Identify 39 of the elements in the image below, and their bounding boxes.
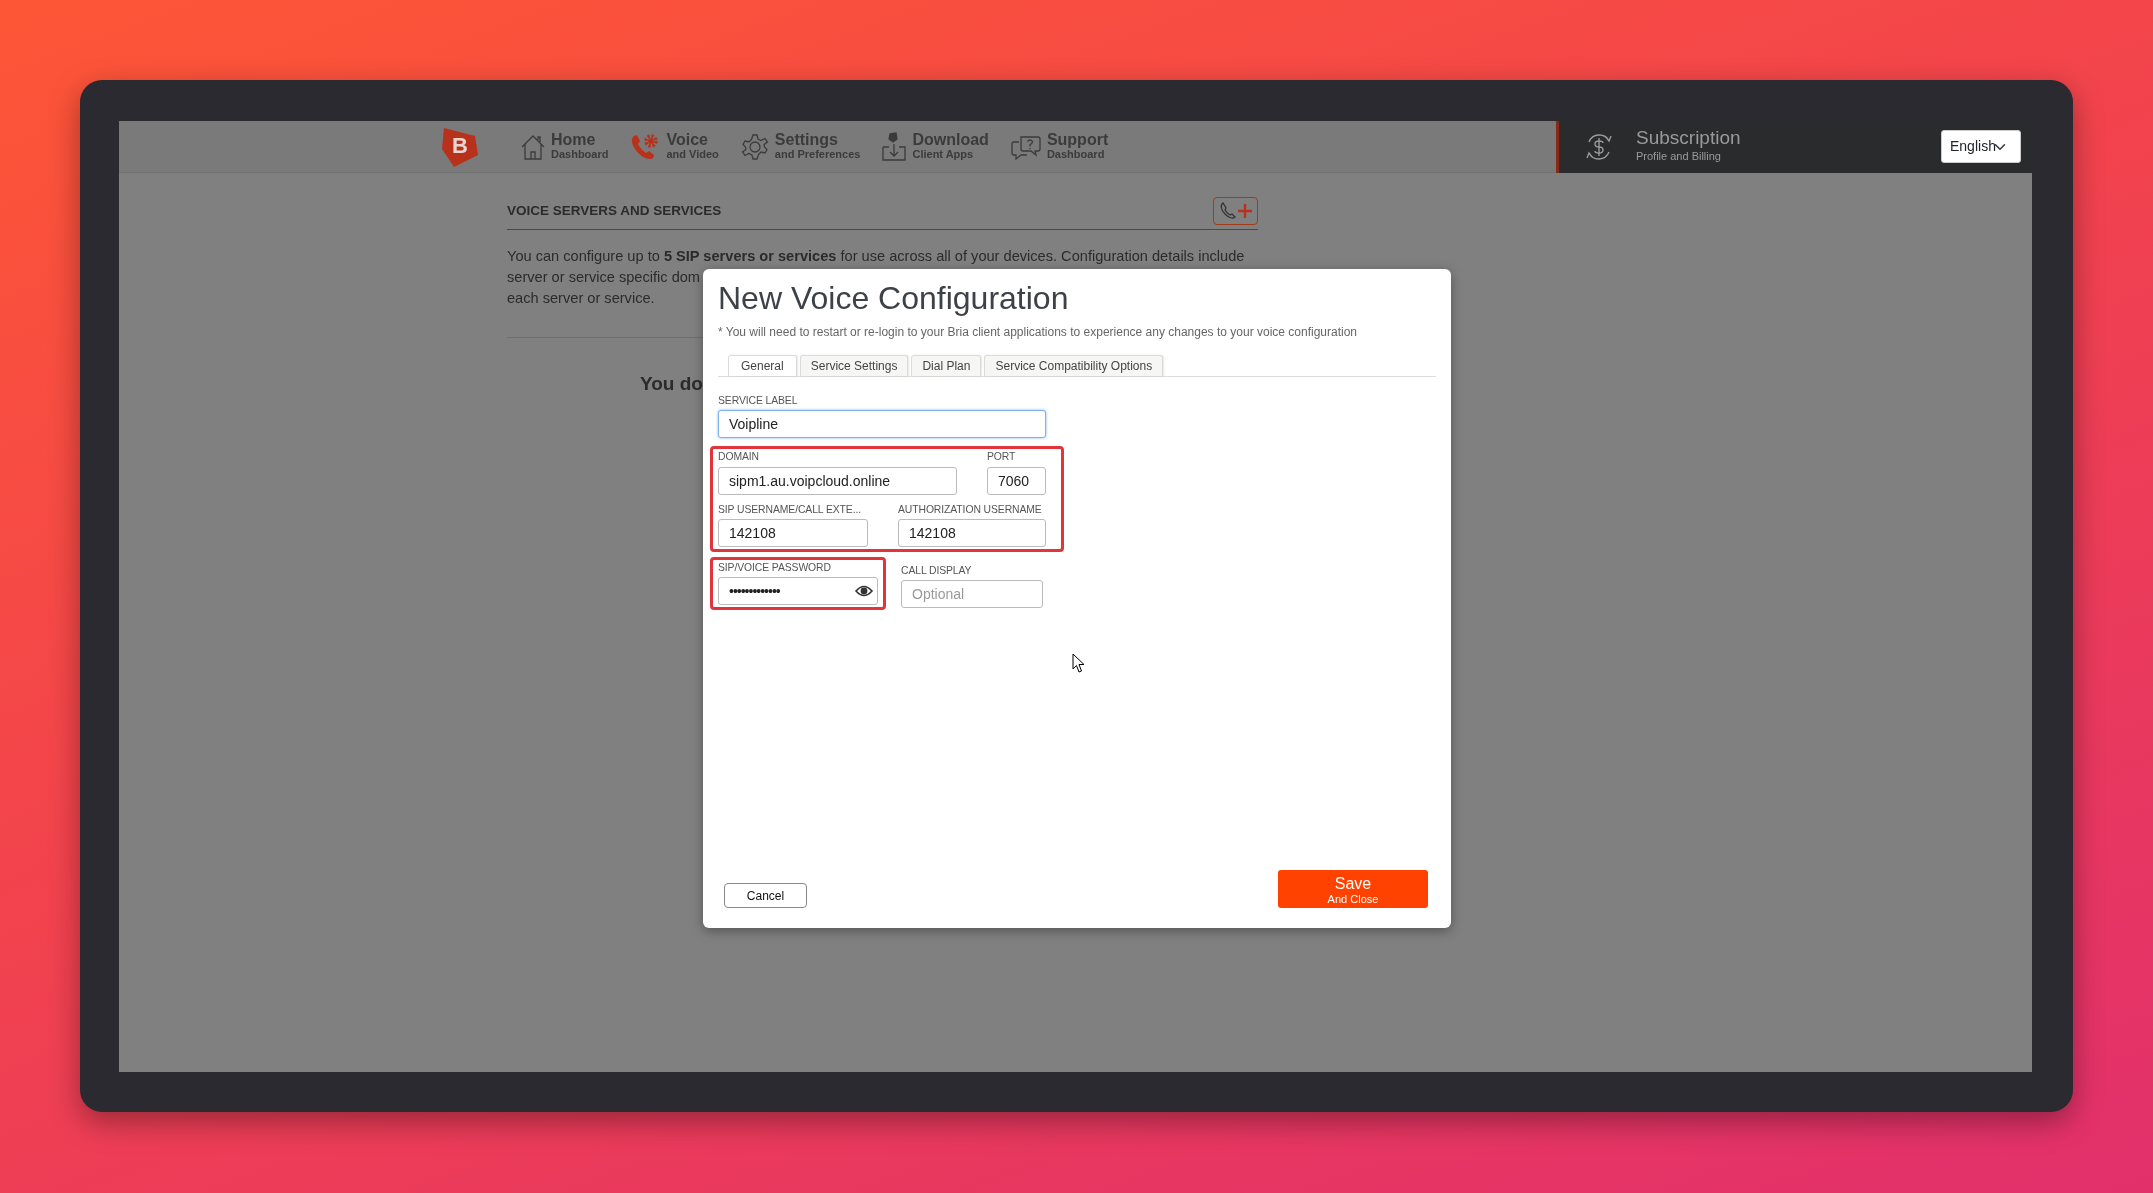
- input-field[interactable]: Voipline: [718, 410, 1046, 439]
- description-line: server or service specific dom: [507, 268, 701, 287]
- phone-gear-icon: [630, 132, 661, 161]
- subscription-subtitle: Profile and Billing: [1636, 149, 1722, 165]
- language-select[interactable]: English: [1941, 130, 2021, 163]
- mouse-cursor-icon: [1072, 653, 1085, 673]
- description-line: You can configure up to 5 SIP servers or services for use across all of your devices. Configuration details include: [507, 247, 1245, 266]
- tab[interactable]: Dial Plan: [911, 354, 982, 376]
- description-line: each server or service.: [507, 289, 655, 308]
- house-icon: [521, 133, 545, 160]
- dialog-title: New Voice Configuration: [718, 280, 1070, 317]
- tab[interactable]: Service Compatibility Options: [984, 354, 1164, 376]
- tab[interactable]: General: [728, 354, 797, 376]
- dollar-cycle-icon[interactable]: [1584, 131, 1614, 162]
- subscription-title: Subscription: [1636, 128, 1741, 149]
- phone-plus-icon: [1219, 202, 1252, 220]
- field-label: DOMAIN: [718, 452, 760, 463]
- password-field[interactable]: •••••••••••••: [718, 577, 878, 606]
- add-phone-button[interactable]: [1213, 197, 1258, 225]
- dialog-note: * You will need to restart or re-login to your Bria client applications to experience any changes to your voice configuration: [718, 323, 1359, 341]
- field-label: AUTHORIZATION USERNAME: [898, 504, 1043, 515]
- field-label: SIP/VOICE PASSWORD: [718, 563, 832, 574]
- gear-icon: [740, 132, 769, 161]
- download-box-icon: [882, 131, 907, 162]
- tab[interactable]: Service Settings: [799, 354, 909, 376]
- cancel-button[interactable]: Cancel: [724, 883, 807, 908]
- field-label: SIP USERNAME/CALL EXTE...: [718, 504, 862, 515]
- eye-icon[interactable]: [855, 585, 873, 598]
- field-label: SERVICE LABEL: [718, 395, 799, 407]
- input-field[interactable]: 142108: [898, 519, 1046, 547]
- input-field[interactable]: sipm1.au.voipcloud.online: [718, 466, 957, 495]
- logo[interactable]: B: [441, 125, 479, 168]
- field-label: CALL DISPLAY: [901, 566, 973, 577]
- empty-message: You do: [640, 372, 704, 396]
- input-field[interactable]: Optional: [901, 580, 1043, 609]
- input-field[interactable]: 7060: [987, 466, 1046, 495]
- section-heading: VOICE SERVERS AND SERVICES: [507, 201, 722, 220]
- field-label: PORT: [987, 452, 1017, 463]
- input-field[interactable]: 142108: [718, 519, 868, 547]
